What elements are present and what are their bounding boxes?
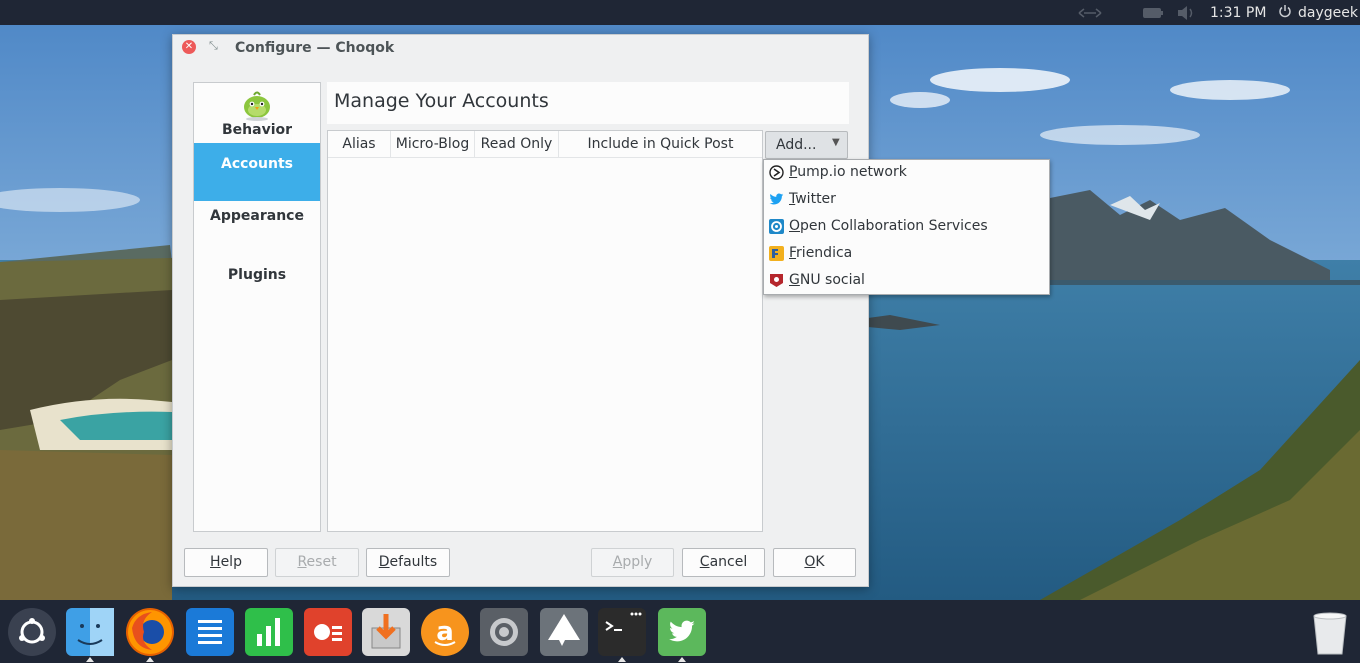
- defaults-button-label: Defaults: [378, 554, 438, 570]
- running-indicator: [618, 657, 626, 662]
- gnusocial-icon: [769, 273, 784, 288]
- table-header: Alias Micro-Blog Read Only Include in Qu…: [328, 131, 762, 158]
- friendica-icon: [769, 246, 784, 261]
- help-button-label: Help: [210, 554, 242, 570]
- close-icon[interactable]: ✕: [182, 40, 196, 54]
- sidebar-item-plugins[interactable]: Plugins: [194, 267, 320, 297]
- volume-icon[interactable]: [1176, 0, 1196, 25]
- network-icon[interactable]: [1078, 0, 1102, 25]
- sidebar-item-label: Appearance: [210, 208, 304, 224]
- ok-button[interactable]: OK: [773, 548, 856, 577]
- settings-icon[interactable]: [480, 608, 528, 656]
- add-account-menu: Pump.io network Twitter Open Collaborati…: [763, 159, 1050, 295]
- page-title: Manage Your Accounts: [334, 90, 549, 112]
- menu-item-label: Open Collaboration Services: [789, 218, 988, 234]
- menu-item-ocs[interactable]: Open Collaboration Services: [764, 214, 1049, 241]
- running-indicator: [678, 657, 686, 662]
- firefox-icon[interactable]: [126, 608, 174, 656]
- cancel-button-label: Cancel: [699, 554, 748, 570]
- dock: a: [0, 600, 1360, 663]
- column-header-alias[interactable]: Alias: [328, 131, 391, 157]
- svg-text:a: a: [436, 617, 454, 647]
- finder-icon[interactable]: [66, 608, 114, 656]
- add-account-button[interactable]: Add... ▼: [765, 131, 848, 159]
- reset-button[interactable]: Reset: [275, 548, 359, 577]
- writer-icon[interactable]: [186, 608, 234, 656]
- pumpio-icon: [769, 165, 784, 180]
- user-menu[interactable]: daygeek: [1278, 0, 1358, 25]
- apply-button[interactable]: Apply: [591, 548, 674, 577]
- ocs-icon: [769, 219, 784, 234]
- column-header-read-only[interactable]: Read Only: [475, 131, 559, 157]
- menu-item-pumpio[interactable]: Pump.io network: [764, 160, 1049, 187]
- software-installer-icon[interactable]: [362, 608, 410, 656]
- menu-item-twitter[interactable]: Twitter: [764, 187, 1049, 214]
- page-header: Manage Your Accounts: [327, 82, 849, 124]
- menu-item-label: Twitter: [789, 191, 836, 207]
- top-panel: 1:31 PM daygeek: [0, 0, 1360, 25]
- configure-window: ✕ ⤡ Configure — Choqok Behavior Accounts: [172, 34, 869, 587]
- sidebar-item-label: Accounts: [220, 156, 293, 172]
- menu-item-gnusocial[interactable]: GNU social: [764, 268, 1049, 295]
- clock[interactable]: 1:31 PM: [1210, 0, 1266, 25]
- titlebar[interactable]: ✕ ⤡ Configure — Choqok: [173, 35, 868, 62]
- calc-icon[interactable]: [245, 608, 293, 656]
- running-indicator: [146, 657, 154, 662]
- chevron-down-icon: ▼: [832, 137, 840, 148]
- menu-item-label: Friendica: [789, 245, 853, 261]
- column-header-quick-post[interactable]: Include in Quick Post: [559, 131, 762, 157]
- ok-button-label: OK: [804, 554, 825, 570]
- terminal-icon[interactable]: [598, 608, 646, 656]
- choqok-icon[interactable]: [658, 608, 706, 656]
- amazon-icon[interactable]: a: [421, 608, 469, 656]
- sidebar-item-behavior[interactable]: Behavior: [194, 83, 320, 143]
- help-button[interactable]: Help: [184, 548, 268, 577]
- shade-icon[interactable]: ⤡: [209, 39, 218, 53]
- sidebar-item-accounts[interactable]: Accounts: [194, 143, 320, 201]
- cancel-button[interactable]: Cancel: [682, 548, 765, 577]
- power-icon: [1278, 4, 1292, 22]
- defaults-button[interactable]: Defaults: [366, 548, 450, 577]
- column-header-micro-blog[interactable]: Micro-Blog: [391, 131, 475, 157]
- apply-button-label: Apply: [612, 554, 653, 570]
- window-title: Configure — Choqok: [235, 40, 395, 56]
- menu-item-label: GNU social: [789, 272, 865, 288]
- reset-button-label: Reset: [297, 554, 337, 570]
- trash-icon[interactable]: [1306, 608, 1354, 656]
- menu-item-label: Pump.io network: [789, 164, 907, 180]
- impress-icon[interactable]: [304, 608, 352, 656]
- add-button-label: Add...: [776, 137, 817, 153]
- inkscape-icon[interactable]: [540, 608, 588, 656]
- user-name: daygeek: [1298, 4, 1358, 21]
- battery-icon[interactable]: [1142, 0, 1164, 25]
- sidebar-item-label: Plugins: [227, 267, 287, 283]
- sidebar-item-appearance[interactable]: Appearance: [194, 208, 320, 238]
- choqok-bird-icon: [240, 88, 274, 126]
- launcher-icon[interactable]: [8, 608, 56, 656]
- running-indicator: [86, 657, 94, 662]
- twitter-icon: [769, 192, 784, 207]
- menu-item-friendica[interactable]: Friendica: [764, 241, 1049, 268]
- sidebar-item-label: Behavior: [221, 122, 293, 138]
- accounts-table[interactable]: Alias Micro-Blog Read Only Include in Qu…: [327, 130, 763, 532]
- sidebar: Behavior Accounts Appearance Plugins: [193, 82, 321, 532]
